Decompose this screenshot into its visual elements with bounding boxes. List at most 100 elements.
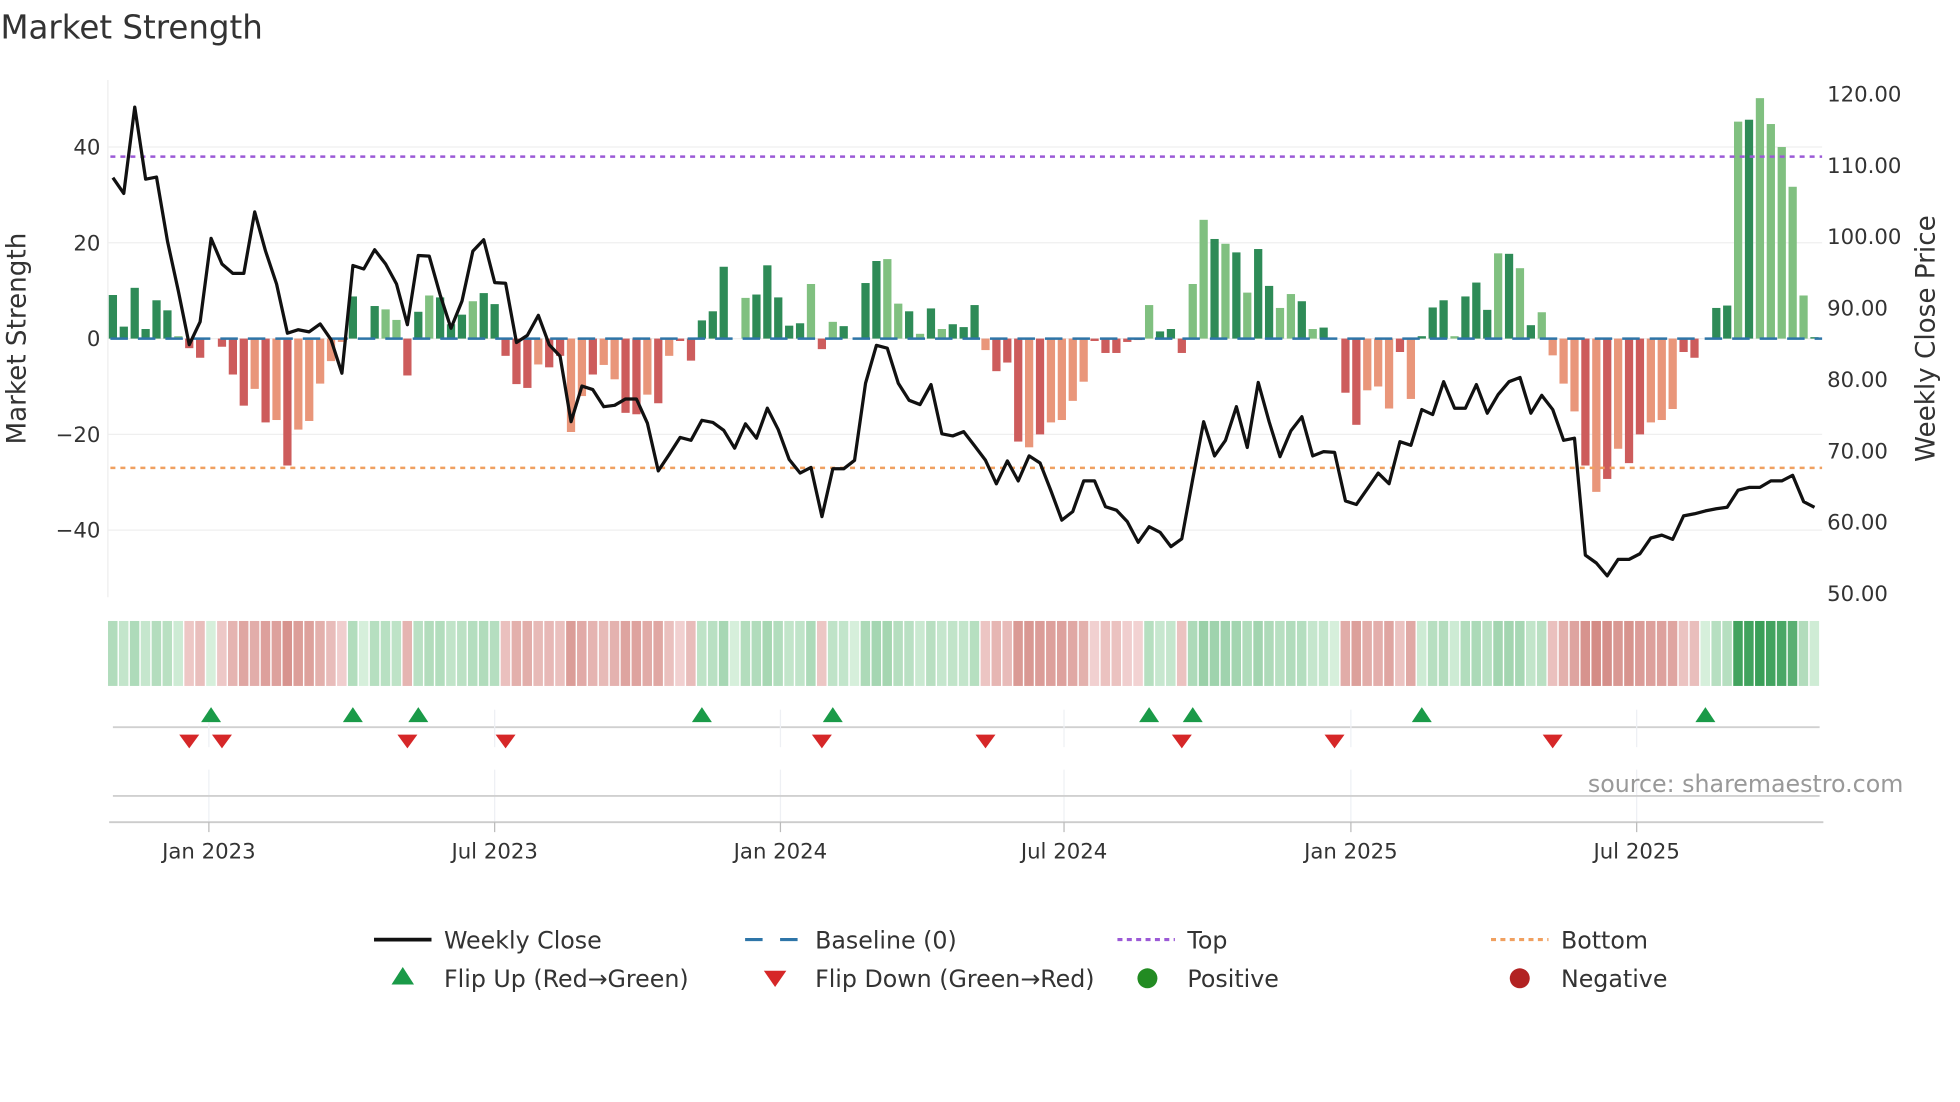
strength-bar xyxy=(1723,305,1732,339)
strip-cell xyxy=(740,620,751,686)
strip-cell xyxy=(1078,620,1089,686)
strip-cell xyxy=(162,620,173,686)
strength-bar xyxy=(1712,307,1721,339)
strength-bar xyxy=(785,325,794,339)
strength-bar xyxy=(1144,305,1154,339)
strength-bar xyxy=(1494,253,1503,339)
strip-cell xyxy=(860,620,871,686)
strength-bar xyxy=(697,320,707,339)
strength-bar xyxy=(894,303,903,339)
strength-bar xyxy=(1744,119,1754,339)
strip-cell xyxy=(1711,620,1721,686)
flip-up-marker xyxy=(408,707,429,723)
strength-bar xyxy=(1526,325,1535,339)
strip-cell xyxy=(1198,620,1209,686)
strength-bar xyxy=(1406,338,1416,399)
strip-cell xyxy=(1067,620,1078,686)
strip-cell xyxy=(838,620,849,686)
strip-cell xyxy=(1482,620,1492,686)
x-axis-ticks: Jan 2023 Jul 2023 Jan 2024 Jul 2024 Jan 2025… xyxy=(160,822,1680,864)
strength-bar xyxy=(316,338,325,384)
strip-cell xyxy=(1024,620,1034,686)
right-tick-label: 70.00 xyxy=(1827,439,1888,464)
strength-bar xyxy=(403,338,412,376)
strip-cell xyxy=(151,620,162,686)
strength-bar xyxy=(1254,249,1263,339)
strength-bar xyxy=(283,338,292,466)
strength-bar xyxy=(981,338,990,351)
flip-up-marker xyxy=(691,707,712,723)
strength-bar xyxy=(1428,307,1437,339)
strip-cell xyxy=(1536,620,1547,686)
strip-cell xyxy=(380,620,391,686)
strength-bar xyxy=(1515,268,1525,339)
left-tick-label: 40 xyxy=(73,136,100,161)
left-tick-label: −20 xyxy=(56,423,101,448)
strength-bar xyxy=(163,310,172,339)
strip-cell xyxy=(108,620,118,686)
strength-bar xyxy=(1635,338,1645,435)
strength-bar xyxy=(708,311,717,339)
strength-bar xyxy=(1014,338,1023,442)
strength-bar xyxy=(588,338,597,375)
flip-down-marker xyxy=(211,734,232,749)
strength-bar xyxy=(523,338,532,388)
strip-cell xyxy=(1765,620,1776,686)
legend-label: Weekly Close xyxy=(444,926,602,954)
strip-cell xyxy=(544,620,554,686)
flip-up-marker xyxy=(1139,707,1160,723)
strip-cell xyxy=(773,620,783,686)
strength-bar xyxy=(1537,312,1546,339)
right-tick-label: 120.00 xyxy=(1827,83,1901,108)
strength-bar xyxy=(686,338,696,361)
strength-bar xyxy=(719,266,728,339)
strip-cell xyxy=(271,620,282,686)
strip-cell xyxy=(293,620,303,686)
strength-bar xyxy=(817,338,827,350)
strength-bar xyxy=(1057,338,1066,421)
strip-cell xyxy=(1209,620,1220,686)
strength-bar xyxy=(1363,338,1372,391)
strength-bar xyxy=(196,338,205,358)
strip-cell xyxy=(1275,620,1285,686)
right-tick-label: 90.00 xyxy=(1827,297,1888,322)
strip-cell xyxy=(217,620,227,686)
strip-cell xyxy=(1580,620,1591,686)
strength-bar xyxy=(425,295,434,339)
strip-cell xyxy=(1787,620,1798,686)
strip-cell xyxy=(1635,620,1645,686)
strength-bar xyxy=(1679,338,1688,353)
legend-label: Positive xyxy=(1187,965,1278,993)
legend-item-flip-up: Flip Up (Red→Green) xyxy=(391,965,689,993)
legend-item-negative: Negative xyxy=(1509,965,1667,993)
flip-down-marker xyxy=(179,734,200,749)
strip-cell xyxy=(1056,620,1067,686)
strip-cell xyxy=(729,620,740,686)
strength-bar xyxy=(468,301,477,339)
strength-bar xyxy=(294,338,303,430)
legend-item-bottom: Bottom xyxy=(1491,926,1648,954)
strip-cell xyxy=(1602,620,1612,686)
strip-cell xyxy=(915,620,925,686)
flip-up-marker xyxy=(822,707,843,723)
strength-bar xyxy=(1341,338,1350,393)
strip-cell xyxy=(642,620,652,686)
strength-bar xyxy=(1472,282,1481,339)
strip-cell xyxy=(1220,620,1231,686)
strip-cell xyxy=(206,620,216,686)
right-axis-label: Weekly Close Price xyxy=(1912,215,1942,462)
flip-down-marker xyxy=(1324,734,1345,749)
weekly-close-series xyxy=(111,105,1816,578)
strip-cell xyxy=(893,620,903,686)
strength-bar xyxy=(1297,301,1306,339)
market-strength-chart: Market Strength 40 20 0 −20 −40 120.00 110.00… xyxy=(0,9,1942,993)
strip-cell xyxy=(1155,620,1165,686)
strip-cell xyxy=(1678,620,1689,686)
strength-bar xyxy=(1264,285,1274,339)
strip-cell xyxy=(446,620,456,686)
strip-cell xyxy=(1166,620,1176,686)
strip-cell xyxy=(1144,620,1154,686)
strength-bar xyxy=(1112,338,1121,353)
strip-cell xyxy=(1722,620,1732,686)
strength-bar xyxy=(1177,338,1186,353)
